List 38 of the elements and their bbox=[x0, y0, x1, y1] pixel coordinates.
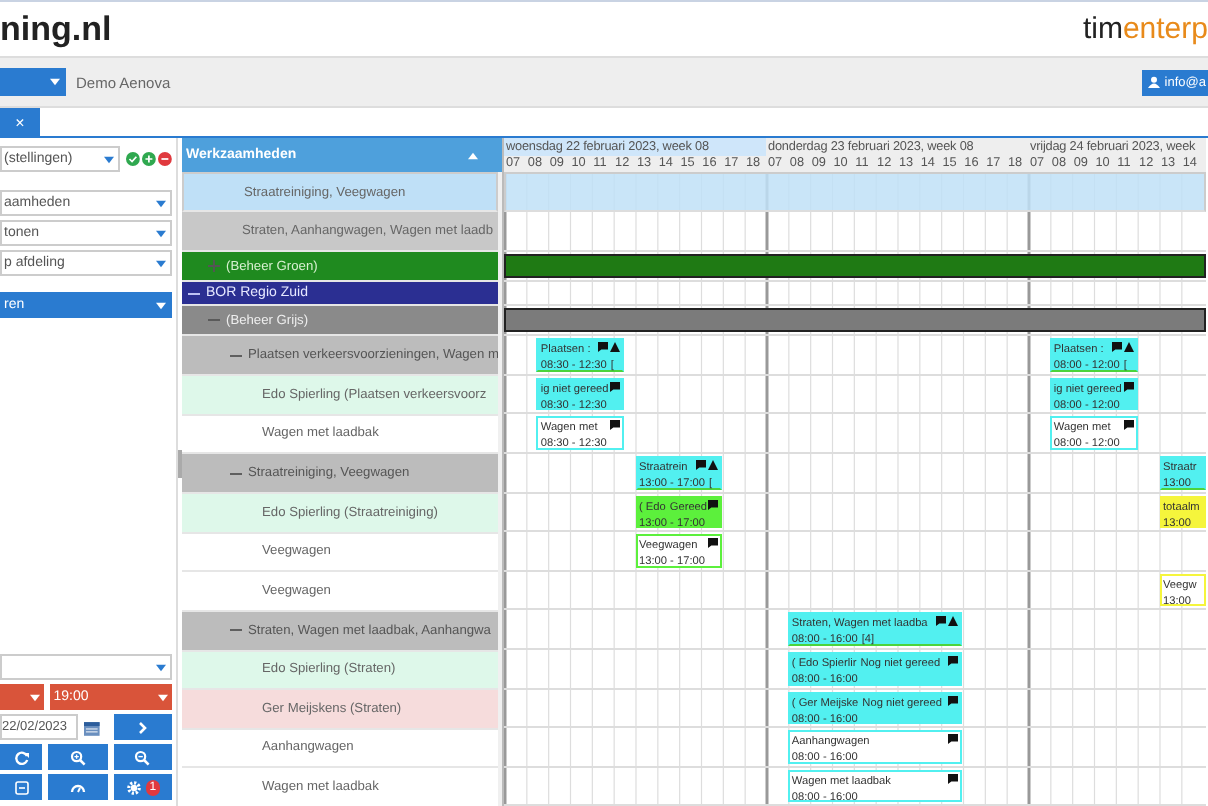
refresh-icon bbox=[13, 749, 30, 765]
scrollbar[interactable] bbox=[498, 172, 502, 806]
start-time-select[interactable] bbox=[0, 684, 44, 710]
caret-icon bbox=[156, 199, 166, 207]
minus-square-icon bbox=[13, 779, 30, 795]
collapse-icon[interactable] bbox=[230, 349, 242, 361]
gauge-icon bbox=[70, 779, 87, 795]
refresh-button[interactable] bbox=[0, 744, 43, 770]
check-icon[interactable] bbox=[126, 152, 141, 166]
collapse-icon[interactable] bbox=[230, 624, 242, 636]
tab-close-button[interactable]: × bbox=[0, 108, 40, 136]
caret-icon bbox=[156, 301, 166, 309]
caret-icon bbox=[156, 229, 166, 237]
collapse-icon[interactable] bbox=[230, 467, 242, 479]
add-icon[interactable] bbox=[142, 152, 157, 166]
collapse-handle[interactable] bbox=[178, 450, 182, 478]
caret-icon bbox=[29, 693, 40, 701]
caret-icon bbox=[156, 663, 166, 671]
gauge-button[interactable] bbox=[48, 774, 108, 800]
brand-logo: timenterp bbox=[1082, 12, 1208, 46]
chevron-right-icon bbox=[134, 719, 151, 735]
caret-icon bbox=[104, 155, 115, 163]
collapse-button[interactable] bbox=[0, 774, 43, 800]
zoom-in-icon bbox=[70, 749, 87, 765]
user-icon bbox=[1148, 76, 1161, 88]
calendar-icon[interactable] bbox=[84, 719, 100, 735]
next-button[interactable] bbox=[113, 714, 172, 740]
caret-icon bbox=[156, 259, 166, 267]
caret-icon bbox=[50, 78, 60, 86]
caret-icon bbox=[158, 693, 168, 701]
collapse-icon[interactable] bbox=[188, 287, 200, 299]
zoom-out-icon bbox=[134, 749, 151, 765]
zoom-out-button[interactable] bbox=[113, 744, 172, 770]
zoom-in-button[interactable] bbox=[48, 744, 108, 770]
settings-icon bbox=[125, 779, 142, 795]
caret-icon[interactable] bbox=[468, 151, 478, 159]
logo-text: ning.nl bbox=[0, 9, 112, 49]
remove-icon[interactable] bbox=[158, 152, 172, 166]
